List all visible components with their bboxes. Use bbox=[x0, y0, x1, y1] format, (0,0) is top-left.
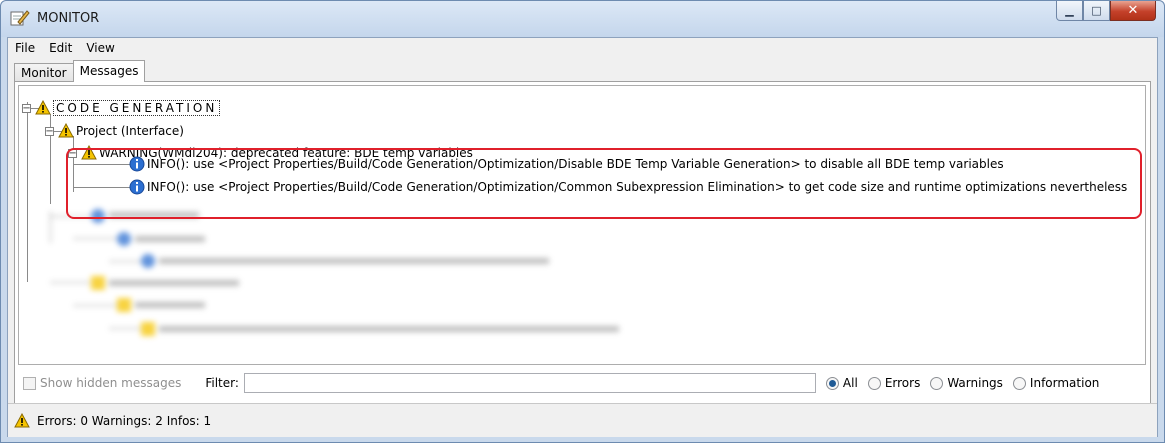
minimize-icon: ▁ bbox=[1065, 4, 1074, 17]
filter-bar: Show hidden messages Filter: All Errors … bbox=[18, 371, 1146, 395]
warning-icon bbox=[91, 276, 105, 290]
blurred-text bbox=[109, 280, 239, 286]
blurred-tree-region bbox=[19, 86, 1145, 364]
window-title: MONITOR bbox=[37, 11, 100, 26]
window-controls: ▁ □ ✕ bbox=[1056, 1, 1156, 22]
tree-line bbox=[50, 282, 90, 283]
radio-information[interactable] bbox=[1012, 376, 1026, 390]
warning-icon bbox=[14, 412, 30, 427]
message-tree[interactable]: − CODE GENERATION − Project (Interface) … bbox=[18, 85, 1146, 365]
tab-monitor[interactable]: Monitor bbox=[14, 63, 74, 82]
maximize-icon: □ bbox=[1091, 4, 1102, 17]
radio-errors[interactable] bbox=[867, 376, 881, 390]
menu-file[interactable]: File bbox=[8, 41, 42, 55]
radio-label-warnings: Warnings bbox=[947, 376, 1003, 390]
filter-label: Filter: bbox=[205, 376, 239, 390]
tab-strip: Monitor Messages bbox=[14, 60, 146, 82]
status-text: Errors: 0 Warnings: 2 Infos: 1 bbox=[37, 413, 212, 428]
info-icon bbox=[117, 232, 131, 246]
radio-label-all: All bbox=[842, 376, 858, 390]
warning-icon bbox=[117, 298, 131, 312]
tab-messages[interactable]: Messages bbox=[72, 60, 146, 82]
maximize-button[interactable]: □ bbox=[1083, 1, 1110, 21]
filter-input[interactable] bbox=[243, 373, 816, 393]
client-area: File Edit View Monitor Messages − CODE G… bbox=[7, 37, 1158, 437]
close-button[interactable]: ✕ bbox=[1110, 1, 1156, 21]
radio-label-errors: Errors bbox=[884, 376, 921, 390]
minimize-button[interactable]: ▁ bbox=[1056, 1, 1083, 21]
radio-warnings[interactable] bbox=[930, 376, 944, 390]
radio-label-information: Information bbox=[1029, 376, 1100, 390]
pencil-notepad-icon bbox=[10, 10, 30, 26]
menu-bar: File Edit View bbox=[8, 38, 1157, 58]
blurred-text bbox=[159, 258, 549, 264]
messages-panel: − CODE GENERATION − Project (Interface) … bbox=[14, 81, 1151, 435]
warning-icon bbox=[141, 322, 155, 336]
highlight-box bbox=[66, 148, 1142, 219]
blurred-text bbox=[159, 326, 619, 332]
status-bar: Errors: 0 Warnings: 2 Infos: 1 bbox=[8, 403, 1157, 437]
radio-selected-dot bbox=[828, 379, 836, 387]
show-hidden-label: Show hidden messages bbox=[40, 376, 182, 390]
blurred-text bbox=[135, 302, 205, 308]
close-icon: ✕ bbox=[1127, 3, 1139, 18]
menu-view[interactable]: View bbox=[79, 41, 121, 55]
show-hidden-checkbox[interactable] bbox=[23, 376, 36, 390]
monitor-window: MONITOR ▁ □ ✕ File Edit View Monitor Mes… bbox=[0, 0, 1165, 443]
blurred-text bbox=[135, 236, 205, 242]
radio-all[interactable] bbox=[825, 376, 839, 390]
menu-edit[interactable]: Edit bbox=[42, 41, 79, 55]
tree-line bbox=[73, 238, 123, 239]
severity-radio-group: All Errors Warnings Information bbox=[825, 376, 1109, 390]
tree-line bbox=[73, 305, 123, 306]
title-bar[interactable]: MONITOR ▁ □ ✕ bbox=[1, 1, 1164, 37]
info-icon bbox=[141, 254, 155, 268]
